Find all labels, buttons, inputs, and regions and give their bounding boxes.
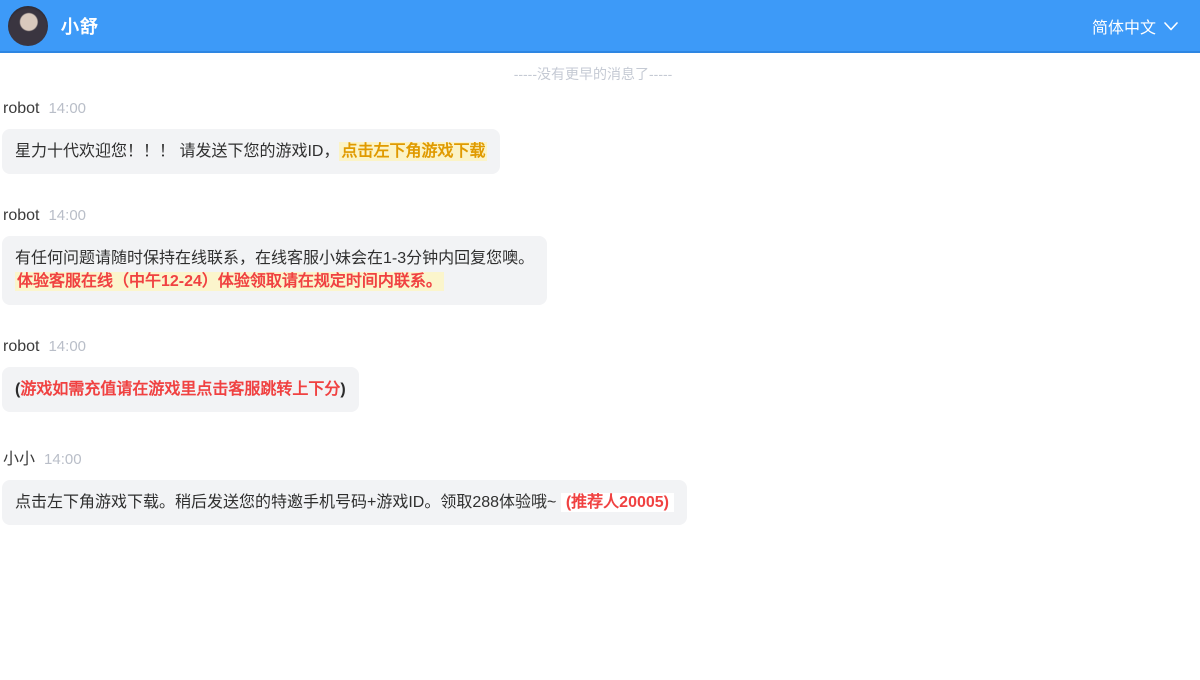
chevron-down-icon	[1164, 18, 1178, 36]
message-segment: 星力十代欢迎您！！！ 请发送下您的游戏ID，	[15, 143, 339, 160]
no-earlier-messages-divider: -----没有更早的消息了-----	[2, 64, 1184, 84]
message-bubble: 星力十代欢迎您！！！ 请发送下您的游戏ID，点击左下角游戏下载	[2, 129, 500, 174]
message-bubble: (游戏如需充值请在游戏里点击客服跳转上下分)	[2, 367, 359, 412]
message-segment: )	[340, 381, 345, 398]
message-time: 14:00	[44, 451, 82, 468]
message-time: 14:00	[48, 100, 86, 117]
message-bubble: 点击左下角游戏下载。稍后发送您的特邀手机号码+游戏ID。领取288体验哦~ (推…	[2, 480, 687, 525]
message-time: 14:00	[48, 338, 86, 355]
message-meta: robot 14:00	[3, 338, 1184, 356]
chat-message: robot 14:00 有任何问题请随时保持在线联系，在线客服小妹会在1-3分钟…	[2, 207, 1184, 304]
agent-name: 小舒	[61, 13, 99, 39]
message-list: robot 14:00 星力十代欢迎您！！！ 请发送下您的游戏ID，点击左下角游…	[2, 100, 1184, 525]
sender-name: robot	[3, 338, 39, 356]
message-segment: 有任何问题请随时保持在线联系，在线客服小妹会在1-3分钟内回复您噢。	[15, 250, 534, 267]
message-time: 14:00	[48, 207, 86, 224]
message-segment: 点击左下角游戏下载	[339, 142, 487, 161]
chat-message: robot 14:00 (游戏如需充值请在游戏里点击客服跳转上下分)	[2, 338, 1184, 412]
chat-area: -----没有更早的消息了----- robot 14:00 星力十代欢迎您！！…	[0, 64, 1200, 525]
agent-avatar[interactable]	[8, 6, 48, 46]
message-bubble: 有任何问题请随时保持在线联系，在线客服小妹会在1-3分钟内回复您噢。体验客服在线…	[2, 236, 547, 304]
chat-header: 小舒 简体中文	[0, 0, 1200, 53]
chat-message: robot 14:00 星力十代欢迎您！！！ 请发送下您的游戏ID，点击左下角游…	[2, 100, 1184, 174]
language-label: 简体中文	[1092, 14, 1156, 38]
message-meta: robot 14:00	[3, 100, 1184, 118]
chat-message: 小小 14:00 点击左下角游戏下载。稍后发送您的特邀手机号码+游戏ID。领取2…	[2, 445, 1184, 525]
sender-name: robot	[3, 100, 39, 118]
message-segment: 体验客服在线（中午12-24）体验领取请在规定时间内联系。	[15, 272, 444, 291]
sender-name: 小小	[3, 445, 35, 469]
message-segment: (推荐人20005)	[561, 493, 674, 512]
message-meta: 小小 14:00	[3, 445, 1184, 469]
sender-name: robot	[3, 207, 39, 225]
message-segment: 游戏如需充值请在游戏里点击客服跳转上下分	[20, 381, 340, 398]
message-segment: 点击左下角游戏下载。稍后发送您的特邀手机号码+游戏ID。领取288体验哦~	[15, 494, 561, 511]
message-meta: robot 14:00	[3, 207, 1184, 225]
language-selector[interactable]: 简体中文	[1092, 14, 1178, 38]
